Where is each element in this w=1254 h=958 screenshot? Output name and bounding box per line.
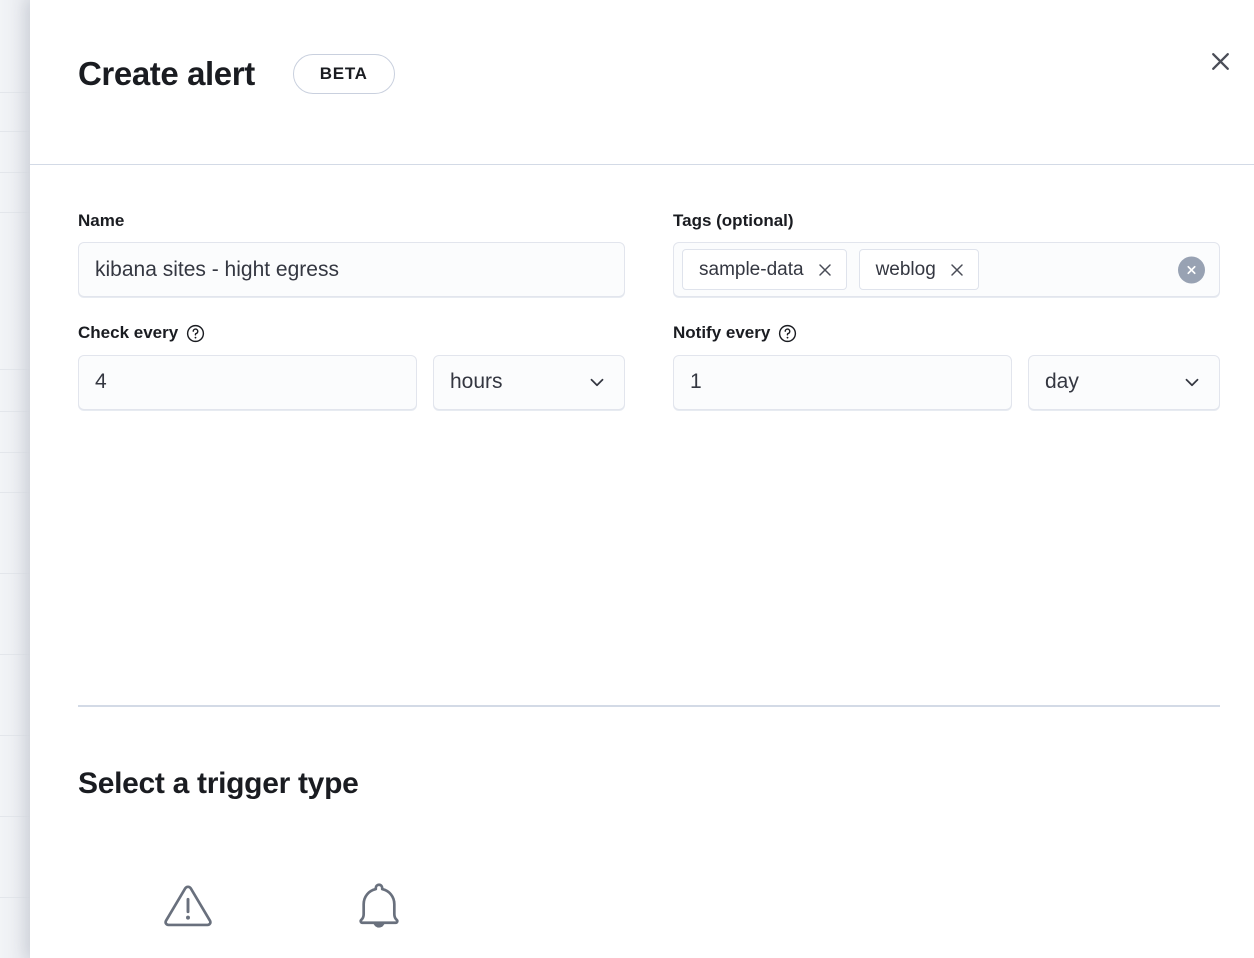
tag-pill[interactable]: sample-data xyxy=(682,249,847,290)
tag-label: weblog xyxy=(876,259,936,281)
notify-every-label-text: Notify every xyxy=(673,323,770,343)
beta-badge: BETA xyxy=(293,54,395,94)
check-every-unit-select[interactable]: hours xyxy=(433,355,625,410)
flyout-header: Create alert BETA xyxy=(30,0,1254,165)
tags-label: Tags (optional) xyxy=(673,211,1220,231)
header-title-row: Create alert BETA xyxy=(78,54,395,94)
check-every-value-input[interactable] xyxy=(78,355,417,410)
background-row-divider xyxy=(0,816,30,817)
trigger-type-list: Index threshold Transaction duration xyxy=(132,877,435,958)
question-in-circle-icon[interactable] xyxy=(778,324,797,343)
trigger-section-title: Select a trigger type xyxy=(78,767,358,800)
tag-label: sample-data xyxy=(699,259,804,281)
check-every-controls: hours xyxy=(78,355,625,410)
trigger-card-transaction-duration[interactable]: Transaction duration xyxy=(323,877,435,958)
tag-remove-button[interactable] xyxy=(948,261,966,279)
background-row-divider xyxy=(0,573,30,574)
check-every-field-group: Check every hours xyxy=(78,323,625,409)
close-icon xyxy=(817,262,833,278)
close-icon xyxy=(1208,49,1233,74)
check-every-label: Check every xyxy=(78,323,625,343)
tags-field-group: Tags (optional) sample-data weblog xyxy=(673,211,1220,297)
close-button[interactable] xyxy=(1201,42,1239,80)
notify-every-value-input[interactable] xyxy=(673,355,1012,410)
background-row-divider xyxy=(0,131,30,132)
tag-remove-button[interactable] xyxy=(816,261,834,279)
notify-every-unit-select[interactable]: day xyxy=(1028,355,1220,410)
alert-triangle-icon xyxy=(159,877,217,935)
clear-all-icon xyxy=(1185,263,1198,276)
background-row-divider xyxy=(0,897,30,898)
name-label: Name xyxy=(78,211,625,231)
create-alert-flyout: Create alert BETA Name Tags (optional) s… xyxy=(30,0,1254,958)
background-row-divider xyxy=(0,492,30,493)
background-row-divider xyxy=(0,172,30,173)
trigger-label: Index threshold xyxy=(132,953,244,958)
question-in-circle-icon[interactable] xyxy=(186,324,205,343)
check-every-label-text: Check every xyxy=(78,323,178,343)
background-row-divider xyxy=(0,212,30,213)
notify-every-label: Notify every xyxy=(673,323,1220,343)
background-row-divider xyxy=(0,654,30,655)
background-table-strip xyxy=(0,0,30,958)
background-row-divider xyxy=(0,452,30,453)
trigger-label: Transaction duration xyxy=(323,953,435,958)
trigger-card-index-threshold[interactable]: Index threshold xyxy=(132,877,244,958)
page-title: Create alert xyxy=(78,56,255,92)
section-divider xyxy=(78,705,1220,707)
tags-combobox[interactable]: sample-data weblog xyxy=(673,242,1220,297)
check-every-unit-value: hours xyxy=(450,370,503,394)
tag-pill[interactable]: weblog xyxy=(859,249,979,290)
background-row-divider xyxy=(0,411,30,412)
name-input[interactable] xyxy=(78,242,625,297)
bell-icon xyxy=(350,877,408,935)
notify-every-unit-value: day xyxy=(1045,370,1079,394)
tags-clear-all-button[interactable] xyxy=(1178,256,1205,283)
close-icon xyxy=(949,262,965,278)
alert-settings-form: Name Tags (optional) sample-data xyxy=(78,211,1220,410)
name-field-group: Name xyxy=(78,211,625,297)
notify-every-controls: day xyxy=(673,355,1220,410)
chevron-down-icon xyxy=(586,371,608,393)
background-row-divider xyxy=(0,735,30,736)
background-row-divider xyxy=(0,369,30,370)
notify-every-field-group: Notify every day xyxy=(673,323,1220,409)
chevron-down-icon xyxy=(1181,371,1203,393)
background-row-divider xyxy=(0,92,30,93)
